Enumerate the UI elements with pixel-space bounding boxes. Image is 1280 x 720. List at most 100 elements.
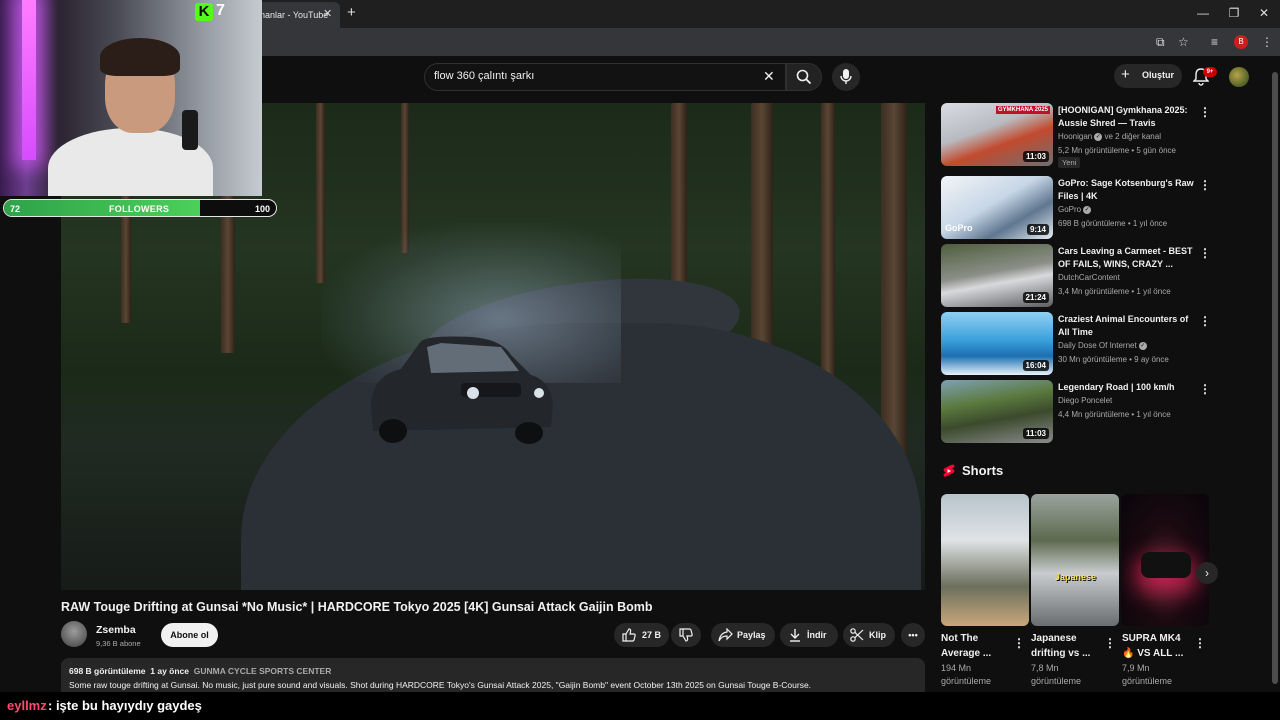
- video-duration: 9:14: [1026, 224, 1049, 235]
- video-title[interactable]: Legendary Road | 100 km/h: [1058, 381, 1196, 394]
- more-icon: •••: [908, 630, 918, 640]
- more-options-icon[interactable]: ⋮: [1199, 314, 1211, 328]
- tab-close-icon[interactable]: ✕: [323, 7, 332, 20]
- short-title[interactable]: Japanese drifting vs ...: [1031, 631, 1101, 661]
- dislike-button[interactable]: [671, 623, 701, 647]
- like-button[interactable]: 27 B: [614, 623, 669, 647]
- short-overlay-text: Japanese: [1055, 572, 1097, 582]
- video-thumbnail[interactable]: GYMKHANA 2025 11:03: [941, 103, 1053, 166]
- browser-profile-avatar[interactable]: B: [1234, 35, 1248, 49]
- more-options-icon[interactable]: ⋮: [1199, 105, 1211, 119]
- short-more-icon[interactable]: ⋮: [1013, 636, 1025, 650]
- search-button[interactable]: [786, 63, 822, 91]
- share-label: Paylaş: [737, 630, 766, 640]
- video-title[interactable]: [HOONIGAN] Gymkhana 2025: Aussie Shred —…: [1058, 104, 1196, 130]
- browser-menu-icon[interactable]: ⋮: [1261, 35, 1273, 49]
- video-title[interactable]: GoPro: Sage Kotsenburg's Raw Files | 4K: [1058, 177, 1196, 203]
- video-stats: 698 B görüntüleme • 1 yıl önce: [1058, 219, 1168, 228]
- media-controls-icon[interactable]: ≡: [1211, 35, 1218, 49]
- thumbnail-text: GYMKHANA 2025: [995, 106, 1050, 114]
- upload-age: 1 ay önce: [150, 666, 190, 676]
- recommendation-item[interactable]: GYMKHANA 2025 11:03 [HOONIGAN] Gymkhana …: [941, 103, 1211, 168]
- chat-message: : işte bu hayıydıy gaydeş: [48, 698, 202, 713]
- video-title[interactable]: Cars Leaving a Carmeet - BEST OF FAILS, …: [1058, 245, 1196, 271]
- short-thumbnail[interactable]: [941, 494, 1029, 626]
- video-thumbnail[interactable]: 11:03: [941, 380, 1053, 443]
- video-stats: 30 Mn görüntüleme • 9 ay önce: [1058, 355, 1169, 364]
- tree-trunk: [821, 103, 835, 403]
- streamer-hair: [100, 38, 180, 76]
- scrollbar-thumb[interactable]: [1272, 72, 1278, 684]
- video-title[interactable]: Craziest Animal Encounters of All Time: [1058, 313, 1196, 339]
- clear-search-icon[interactable]: ✕: [763, 68, 775, 85]
- subscribe-button[interactable]: Abone ol: [161, 623, 218, 647]
- channel-name[interactable]: Hoonigan ✓ ve 2 diğer kanal: [1058, 132, 1161, 141]
- more-options-icon[interactable]: ⋮: [1199, 382, 1211, 396]
- clip-label: Klip: [869, 630, 886, 640]
- streamer-microphone: [182, 110, 198, 150]
- search-query: flow 360 çalıntı şarkı: [434, 70, 535, 82]
- car-silhouette: [1141, 552, 1191, 578]
- video-thumbnail[interactable]: 21:24: [941, 244, 1053, 307]
- video-duration: 11:03: [1022, 428, 1049, 439]
- minimize-icon[interactable]: —: [1193, 6, 1213, 20]
- account-avatar[interactable]: [1229, 67, 1249, 87]
- share-icon: [718, 628, 733, 642]
- verified-icon: ✓: [1138, 341, 1147, 350]
- download-icon: [790, 629, 800, 642]
- channel-name[interactable]: Diego Poncelet: [1058, 396, 1112, 405]
- neon-light: [22, 0, 36, 160]
- download-button[interactable]: İndir: [780, 623, 838, 647]
- channel-avatar[interactable]: [61, 621, 87, 647]
- recommendation-item[interactable]: 21:24 Cars Leaving a Carmeet - BEST OF F…: [941, 244, 1211, 308]
- mini-cooper-car: [371, 336, 553, 444]
- recommendation-item[interactable]: GoPro 9:14 GoPro: Sage Kotsenburg's Raw …: [941, 176, 1211, 240]
- clip-button[interactable]: Klip: [843, 623, 895, 647]
- short-more-icon[interactable]: ⋮: [1104, 636, 1116, 650]
- video-duration: 16:04: [1022, 360, 1049, 371]
- video-stats: 3,4 Mn görüntüleme • 1 yıl önce: [1058, 287, 1171, 296]
- short-title[interactable]: SUPRA MK4 🔥 VS ALL ...: [1122, 631, 1192, 661]
- description-meta: 698 B görüntüleme 1 ay önce GUNMA CYCLE …: [69, 666, 331, 676]
- restore-icon[interactable]: ❐: [1224, 6, 1244, 20]
- short-more-icon[interactable]: ⋮: [1194, 636, 1206, 650]
- create-label: Oluştur: [1142, 70, 1175, 80]
- short-title[interactable]: Not The Average ...: [941, 631, 1011, 661]
- streamer-webcam: [0, 0, 262, 196]
- short-thumbnail[interactable]: [1121, 494, 1209, 626]
- thumbs-down-icon: [679, 628, 693, 642]
- plus-icon: +: [1121, 66, 1130, 83]
- short-views: 7,8 Mn görüntüleme: [1031, 663, 1082, 686]
- tab-title: nanlar - YouTube: [260, 10, 329, 20]
- channel-name[interactable]: Zsemba: [96, 624, 136, 636]
- install-app-icon[interactable]: ⧉: [1156, 35, 1165, 50]
- close-window-icon[interactable]: ✕: [1254, 6, 1274, 20]
- video-thumbnail[interactable]: 16:04: [941, 312, 1053, 375]
- microphone-icon: [840, 69, 852, 84]
- description-text: Some raw touge drifting at Gunsai. No mu…: [69, 680, 812, 690]
- share-button[interactable]: Paylaş: [711, 623, 775, 647]
- video-thumbnail[interactable]: GoPro 9:14: [941, 176, 1053, 239]
- more-options-icon[interactable]: ⋮: [1199, 178, 1211, 192]
- like-count: 27 B: [642, 630, 662, 640]
- recommendation-item[interactable]: 11:03 Legendary Road | 100 km/h Diego Po…: [941, 380, 1211, 444]
- shorts-next-arrow-icon[interactable]: ›: [1196, 562, 1218, 584]
- notification-count-badge: 9+: [1203, 67, 1217, 77]
- more-actions-button[interactable]: •••: [901, 623, 925, 647]
- new-tab-icon[interactable]: +: [347, 4, 356, 21]
- scissors-icon: [850, 628, 864, 642]
- voice-search-button[interactable]: [832, 63, 860, 91]
- shorts-heading: Shorts: [962, 463, 1004, 478]
- video-stats: 5,2 Mn görüntüleme • 5 gün önce: [1058, 146, 1176, 155]
- channel-name[interactable]: GoPro ✓: [1058, 205, 1092, 214]
- followers-goal: 100: [255, 204, 271, 214]
- channel-name[interactable]: DutchCarContent: [1058, 273, 1120, 282]
- recommendation-item[interactable]: 16:04 Craziest Animal Encounters of All …: [941, 312, 1211, 376]
- channel-name[interactable]: Daily Dose Of Internet ✓: [1058, 341, 1147, 350]
- more-options-icon[interactable]: ⋮: [1199, 246, 1211, 260]
- thumbs-up-icon: [622, 628, 636, 642]
- verified-icon: ✓: [1083, 205, 1092, 214]
- bookmark-star-icon[interactable]: ☆: [1178, 35, 1189, 49]
- short-thumbnail[interactable]: Japanese: [1031, 494, 1119, 626]
- location-link[interactable]: GUNMA CYCLE SPORTS CENTER: [194, 666, 332, 676]
